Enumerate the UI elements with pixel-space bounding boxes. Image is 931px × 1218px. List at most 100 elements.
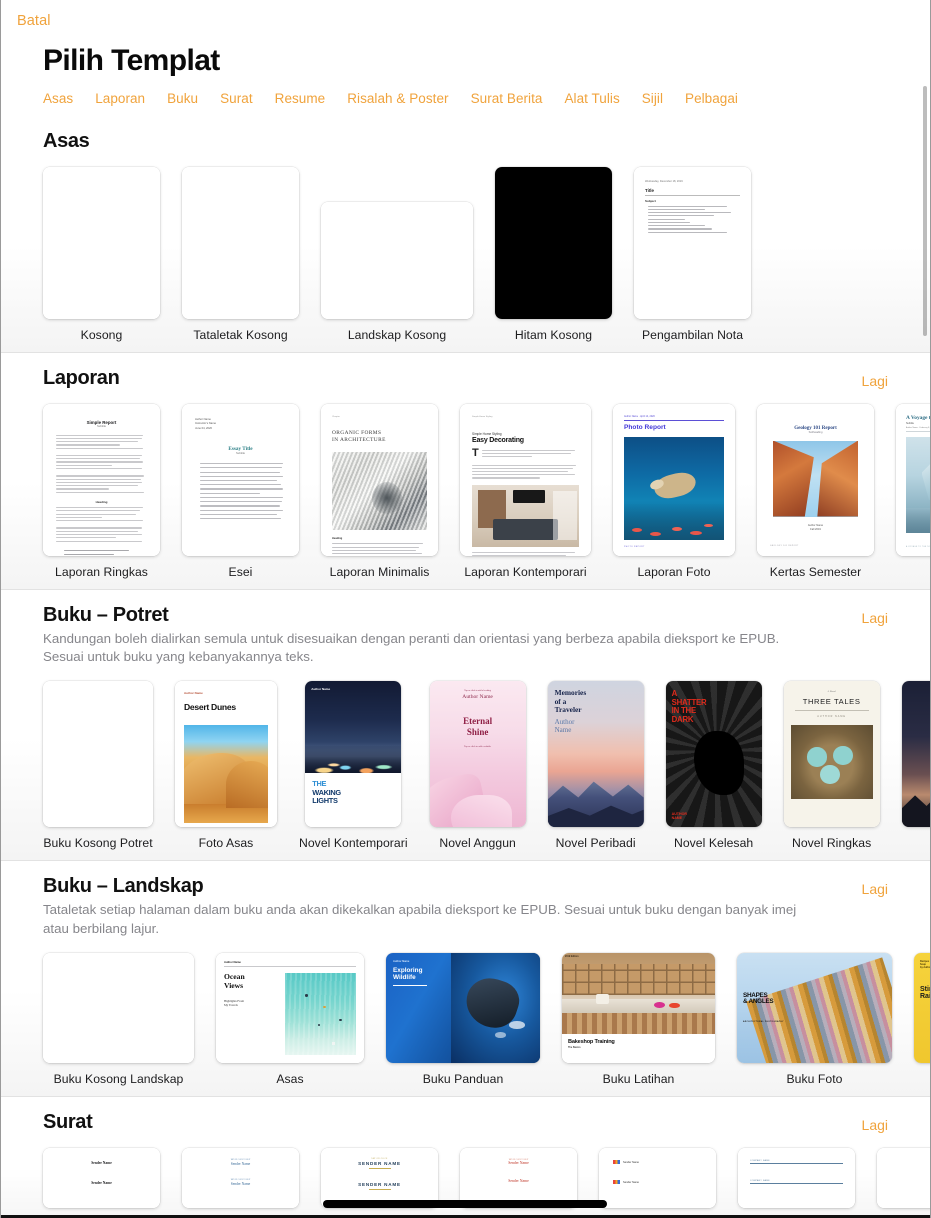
template-thumbnail[interactable]: Author Name · April 14, 2020 Photo Report… xyxy=(613,403,735,556)
vertical-scrollbar[interactable] xyxy=(922,0,929,1218)
template-thumbnail[interactable]: Sender Name Sender Name xyxy=(43,1148,160,1208)
template-thumbnail[interactable] xyxy=(43,681,153,828)
template-thumbnail[interactable]: Author Name Instructor's Name June 04, 202… xyxy=(182,403,299,556)
tab-surat-berita[interactable]: Surat Berita xyxy=(471,91,543,106)
template-thumbnail[interactable]: A SHATTER IN THE DARK AUTHOR NAME xyxy=(665,681,762,828)
template-row[interactable]: Simple Report Subtitle Heading Laporan Ring… xyxy=(1,390,930,585)
template-thumbnail[interactable]: TAP OR CLICK TO EDIT Sender Name Sender Na… xyxy=(460,1148,577,1208)
more-link[interactable]: Lagi xyxy=(862,610,888,626)
template-caption: Kosong xyxy=(80,327,123,342)
template-tile[interactable]: Sender Name Sender Name xyxy=(43,1148,160,1217)
template-thumbnail-holder: Simple Home Styling Simple Home Styling Ea… xyxy=(460,403,591,556)
section-asas: Asas Kosong Tataletak Kosong Landskap Koson… xyxy=(1,115,930,352)
section-buku-potret: Buku – Potret Lagi Kandungan boleh dialirk… xyxy=(1,588,930,861)
template-tile[interactable]: COMPANY NAME COMPANY NAME xyxy=(738,1148,855,1217)
template-thumbnail-holder: COMPANY NAME COMPANY NAME xyxy=(738,1148,855,1208)
template-thumbnail-holder: Author Name Desert Dunes xyxy=(175,681,277,828)
section-title: Laporan xyxy=(43,366,120,389)
template-thumbnail[interactable] xyxy=(43,166,160,319)
template-tile[interactable]: Author Name · April 14, 2020 Photo Report… xyxy=(613,403,735,579)
template-caption: Buku Foto xyxy=(786,1072,843,1086)
template-thumbnail[interactable]: Sender Name Sender Name xyxy=(599,1148,716,1208)
template-caption: Laporan Minimalis xyxy=(329,564,430,579)
template-tile[interactable]: Wednesday, December 18, 2019 Title Subject… xyxy=(634,166,751,342)
tab-resume[interactable]: Resume xyxy=(275,91,326,106)
template-caption: Asas xyxy=(276,1072,304,1086)
tab-pelbagai[interactable]: Pelbagai xyxy=(685,91,738,106)
template-thumbnail-holder xyxy=(321,167,473,319)
template-row[interactable]: Buku Kosong Landskap Author Name Ocean View… xyxy=(1,939,930,1092)
cancel-button[interactable]: Batal xyxy=(17,13,51,29)
template-tile[interactable]: A Novel THREE TALES AUTHOR NAME Novel Ringk… xyxy=(783,681,880,850)
template-caption: Novel Kontemporari xyxy=(299,836,408,851)
template-tile[interactable]: Author Name THE WAKING LIGHTS Novel Kontempo… xyxy=(299,681,408,850)
template-tile[interactable]: Tap or click to add a heading Author Name… xyxy=(429,681,526,850)
template-tile[interactable]: Author Name Desert Dunes Foto Asas xyxy=(175,681,277,850)
template-tile[interactable]: Simple Report Subtitle Heading Laporan Ring… xyxy=(43,403,160,579)
template-tile[interactable]: Memories of a Traveler Author Name Novel Peri… xyxy=(547,681,644,850)
template-thumbnail[interactable]: Geology 101 Report Subheading Author Name F… xyxy=(757,403,874,556)
template-row[interactable]: Kosong Tataletak Kosong Landskap Kosong Hit… xyxy=(1,153,930,348)
template-tile[interactable]: 2019 Edition Bakeshop Training The Basics B… xyxy=(562,953,715,1086)
tab-laporan[interactable]: Laporan xyxy=(95,91,145,106)
template-thumbnail[interactable] xyxy=(321,201,473,319)
template-tile[interactable]: Author Name Ocean Views Highlights From My T… xyxy=(216,953,364,1086)
template-tile[interactable]: Kosong xyxy=(43,166,160,342)
template-scroll-area[interactable]: Asas Kosong Tataletak Kosong Landskap Koson… xyxy=(1,115,930,1218)
template-thumbnail[interactable]: Simple Home Styling Simple Home Styling Ea… xyxy=(460,403,591,556)
more-link[interactable]: Lagi xyxy=(862,373,888,389)
template-tile[interactable]: Author Name Instructor's Name June 04, 202… xyxy=(182,403,299,579)
page-title: Pilih Templat xyxy=(43,44,220,77)
template-thumbnail-holder: A SHATTER IN THE DARK AUTHOR NAME xyxy=(665,681,762,828)
template-tile[interactable]: A SHATTER IN THE DARK AUTHOR NAME Novel Kelesa… xyxy=(665,681,762,850)
tab-surat[interactable]: Surat xyxy=(220,91,253,106)
template-thumbnail[interactable]: Tap or click to add a heading Author Name… xyxy=(429,681,526,828)
more-link[interactable]: Lagi xyxy=(862,881,888,897)
template-caption: Tataletak Kosong xyxy=(193,327,288,342)
template-tile[interactable]: Tataletak Kosong xyxy=(182,166,299,342)
template-thumbnail[interactable]: Memories of a Traveler Author Name xyxy=(547,681,644,828)
tab-alat-tulis[interactable]: Alat Tulis xyxy=(564,91,619,106)
template-caption: Buku Panduan xyxy=(422,1072,504,1086)
tab-asas[interactable]: Asas xyxy=(43,91,73,106)
template-thumbnail[interactable]: SHAPES & ANGLES ARCHITECTURAL PHOTOGRAPHY xyxy=(737,953,892,1063)
template-tile[interactable]: Buku Kosong Landskap xyxy=(43,953,194,1086)
template-thumbnail[interactable]: TAP OR CLICK SENDER NAME SENDER NAME xyxy=(321,1148,438,1208)
template-thumbnail[interactable]: Simple Report Subtitle Heading xyxy=(43,403,160,556)
template-thumbnail[interactable]: Wednesday, December 18, 2019 Title Subject xyxy=(634,166,751,319)
template-tile[interactable]: Sender Name Sender Name xyxy=(599,1148,716,1217)
tab-buku[interactable]: Buku xyxy=(167,91,198,106)
template-thumbnail[interactable]: Author Name Desert Dunes xyxy=(175,681,277,828)
template-thumbnail[interactable] xyxy=(182,166,299,319)
template-thumbnail[interactable]: Chapter ORGANIC FORMS IN ARCHITECTURE Headi… xyxy=(321,403,438,556)
template-tile[interactable]: Buku Kosong Potret xyxy=(43,681,153,850)
template-row[interactable]: Buku Kosong Potret Author Name Desert Dune… xyxy=(1,667,930,856)
template-tile[interactable]: TAP OR CLICK TO EDIT Sender Name TAP OR CL… xyxy=(182,1148,299,1217)
template-caption: Hitam Kosong xyxy=(514,327,593,342)
template-thumbnail[interactable]: 2019 Edition Bakeshop Training The Basics xyxy=(562,953,715,1063)
template-tile[interactable]: Geology 101 Report Subheading Author Name F… xyxy=(757,403,874,579)
template-thumbnail[interactable] xyxy=(495,166,612,319)
template-thumbnail[interactable]: A Novel THREE TALES AUTHOR NAME xyxy=(783,681,880,828)
template-tile[interactable]: Chapter ORGANIC FORMS IN ARCHITECTURE Headi… xyxy=(321,403,438,579)
template-tile[interactable]: Simple Home Styling Simple Home Styling Ea… xyxy=(460,403,591,579)
scrollbar-thumb[interactable] xyxy=(923,86,927,336)
template-tile[interactable]: Hitam Kosong xyxy=(495,166,612,342)
template-tile[interactable]: SHAPES & ANGLES ARCHITECTURAL PHOTOGRAPHY B… xyxy=(737,953,892,1086)
template-thumbnail[interactable] xyxy=(43,953,194,1063)
tab-sijil[interactable]: Sijil xyxy=(642,91,663,106)
section-header: Buku – Landskap Lagi xyxy=(1,861,930,898)
template-thumbnail-holder xyxy=(182,166,299,319)
template-thumbnail[interactable]: TAP OR CLICK TO EDIT Sender Name TAP OR CL… xyxy=(182,1148,299,1208)
section-header: Laporan Lagi xyxy=(1,353,930,390)
template-caption: Esei xyxy=(228,564,253,579)
template-tile[interactable]: Author Name Exploring Wildlife Buku Panduan xyxy=(386,953,540,1086)
template-thumbnail-holder: A Novel THREE TALES AUTHOR NAME xyxy=(783,681,880,828)
template-thumbnail[interactable]: Author Name THE WAKING LIGHTS xyxy=(305,681,402,828)
more-link[interactable]: Lagi xyxy=(862,1117,888,1133)
template-tile[interactable]: Landskap Kosong xyxy=(321,167,473,342)
template-thumbnail[interactable]: COMPANY NAME COMPANY NAME xyxy=(738,1148,855,1208)
template-thumbnail[interactable]: Author Name Exploring Wildlife xyxy=(386,953,540,1063)
template-thumbnail[interactable]: Author Name Ocean Views Highlights From My T… xyxy=(216,953,364,1063)
tab-risalah-poster[interactable]: Risalah & Poster xyxy=(347,91,448,106)
